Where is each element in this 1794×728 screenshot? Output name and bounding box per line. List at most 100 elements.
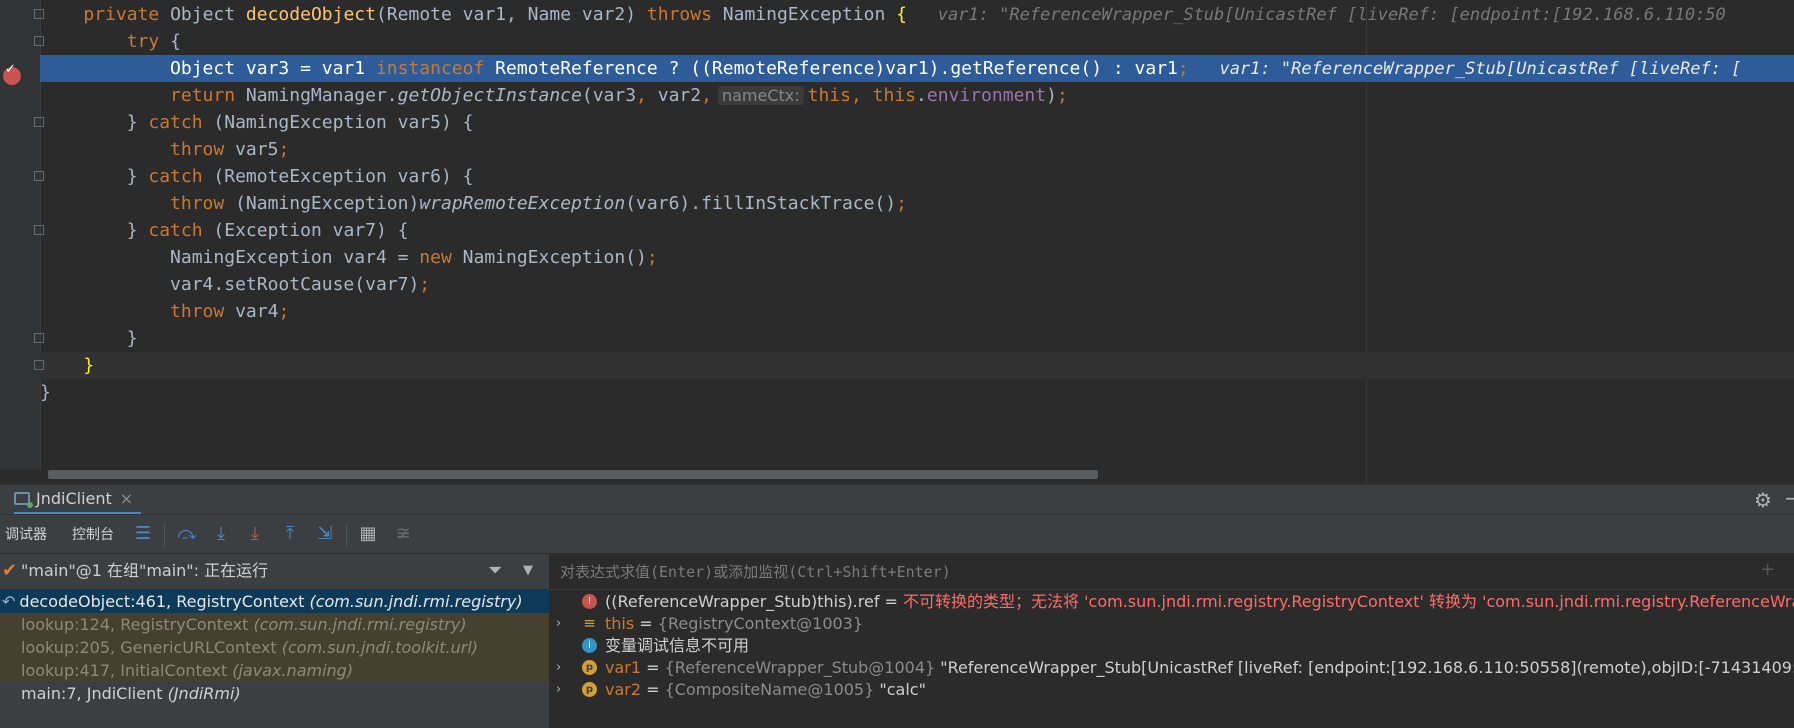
code-token: ; bbox=[278, 139, 290, 160]
variable-row[interactable]: › p var2 = {CompositeName@1005} "calc" bbox=[550, 679, 1794, 701]
code-line[interactable]: try { bbox=[40, 28, 1794, 55]
code-token: , bbox=[850, 85, 873, 106]
chevron-right-icon[interactable]: › bbox=[556, 613, 561, 635]
fold-marker-icon[interactable] bbox=[34, 117, 44, 127]
code-token: NamingException bbox=[722, 4, 897, 25]
frame-package: (com.sun.jndi.rmi.registry) bbox=[309, 592, 523, 611]
code-token: RemoteReference ? ((RemoteReference)var1… bbox=[495, 58, 1178, 79]
toolbar-separator bbox=[164, 524, 165, 546]
variable-equals: = bbox=[641, 658, 665, 677]
code-line[interactable]: Object var3 = var1 instanceof RemoteRefe… bbox=[40, 55, 1794, 82]
frame-package: (com.sun.jndi.toolkit.url) bbox=[281, 638, 478, 657]
code-token: { bbox=[896, 4, 907, 25]
parameter-icon: p bbox=[582, 660, 597, 675]
fold-marker-icon[interactable] bbox=[34, 9, 44, 19]
code-token: { bbox=[170, 31, 181, 52]
trace-icon[interactable]: ≆ bbox=[392, 522, 414, 546]
code-line[interactable]: private Object decodeObject(Remote var1,… bbox=[40, 1, 1794, 28]
code-token: catch bbox=[148, 166, 214, 187]
code-token: (Remote var1, Name var2) bbox=[375, 4, 647, 25]
evaluate-expression-input[interactable] bbox=[558, 554, 1742, 590]
stack-frame[interactable]: lookup:124, RegistryContext (com.sun.jnd… bbox=[0, 613, 549, 636]
step-over-icon[interactable]: ⤼ bbox=[176, 522, 198, 546]
variable-name: ((ReferenceWrapper_Stub)this).ref bbox=[605, 592, 880, 611]
variable-type: {CompositeName@1005} bbox=[664, 680, 880, 699]
fold-marker-icon[interactable] bbox=[34, 360, 44, 370]
code-line[interactable]: } catch (NamingException var5) { bbox=[40, 109, 1794, 136]
debug-session-tab[interactable]: JndiClient × bbox=[14, 485, 142, 515]
chevron-down-icon[interactable]: ▼ bbox=[523, 554, 533, 588]
code-token: , bbox=[701, 85, 712, 106]
fold-marker-icon[interactable] bbox=[34, 36, 44, 46]
layout-icon[interactable]: ☰ bbox=[132, 522, 154, 546]
variables-panel: + ! ((ReferenceWrapper_Stub)this).ref = 不… bbox=[550, 554, 1794, 728]
stack-frame[interactable]: lookup:205, GenericURLContext (com.sun.j… bbox=[0, 636, 549, 659]
variable-name: 变量调试信息不可用 bbox=[605, 636, 750, 655]
run-to-cursor-icon[interactable]: ⇲ bbox=[314, 522, 336, 546]
frame-package: (javax.naming) bbox=[232, 661, 354, 680]
frame-method: lookup:417, InitialContext bbox=[21, 661, 233, 680]
stack-frame[interactable]: ↶ decodeObject:461, RegistryContext (com.… bbox=[0, 590, 549, 613]
thread-label: "main"@1 在组"main": 正在运行 bbox=[21, 561, 269, 580]
variable-value: "ReferenceWrapper_Stub[UnicastRef [liveR… bbox=[940, 658, 1794, 677]
session-tab-label: JndiClient bbox=[36, 489, 112, 508]
code-token: private bbox=[83, 4, 171, 25]
code-line[interactable]: return NamingManager.getObjectInstance(v… bbox=[40, 82, 1794, 109]
code-line[interactable]: } catch (RemoteException var6) { bbox=[40, 163, 1794, 190]
chevron-right-icon[interactable]: › bbox=[556, 679, 561, 701]
code-token: return bbox=[170, 85, 246, 106]
code-line[interactable]: } bbox=[40, 379, 1794, 406]
scrollbar-thumb[interactable] bbox=[48, 470, 1098, 479]
code-line[interactable]: } bbox=[40, 325, 1794, 352]
frame-method: lookup:124, RegistryContext bbox=[21, 615, 254, 634]
variable-equals: = bbox=[641, 680, 665, 699]
code-token: this bbox=[872, 85, 917, 106]
stack-frame[interactable]: lookup:417, InitialContext (javax.naming… bbox=[0, 659, 549, 682]
variable-row[interactable]: › ≡ this = {RegistryContext@1003} bbox=[550, 613, 1794, 635]
tab-debugger[interactable]: 调试器 bbox=[5, 524, 47, 544]
code-line[interactable]: throw (NamingException)wrapRemoteExcepti… bbox=[40, 190, 1794, 217]
chevron-right-icon[interactable]: › bbox=[556, 657, 561, 679]
thread-selector[interactable]: ✔ "main"@1 在组"main": 正在运行 ⏷ ▼ bbox=[0, 554, 549, 590]
step-out-icon[interactable]: ⤒ bbox=[279, 522, 301, 546]
code-line[interactable]: throw var4; bbox=[40, 298, 1794, 325]
force-step-into-icon[interactable]: ⤓ bbox=[244, 522, 266, 546]
variable-value: "calc" bbox=[879, 680, 926, 699]
fold-marker-icon[interactable] bbox=[34, 171, 44, 181]
gear-icon[interactable]: ⚙ bbox=[1754, 488, 1772, 512]
code-token: new bbox=[419, 247, 463, 268]
code-token: var2 bbox=[657, 85, 702, 106]
close-icon[interactable]: × bbox=[120, 489, 133, 508]
hide-icon[interactable]: − bbox=[1784, 486, 1794, 510]
variable-row[interactable]: › p var1 = {ReferenceWrapper_Stub@1004} "R… bbox=[550, 657, 1794, 679]
code-token: . bbox=[916, 85, 927, 106]
step-into-icon[interactable]: ⤓ bbox=[210, 522, 232, 546]
stack-frame[interactable]: main:7, JndiClient (JndiRmi) bbox=[0, 682, 549, 705]
add-watch-icon[interactable]: + bbox=[1760, 559, 1775, 580]
inline-value-hint: var1: "ReferenceWrapper_Stub[UnicastRef … bbox=[907, 5, 1726, 25]
variable-row[interactable]: i 变量调试信息不可用 bbox=[550, 635, 1794, 657]
code-token: var4 bbox=[235, 301, 279, 322]
code-token: } bbox=[40, 382, 51, 403]
filter-icon[interactable]: ⏷ bbox=[488, 554, 502, 588]
code-line[interactable]: NamingException var4 = new NamingExcepti… bbox=[40, 244, 1794, 271]
code-editor[interactable]: private Object decodeObject(Remote var1,… bbox=[0, 0, 1794, 484]
code-token: catch bbox=[148, 220, 214, 241]
code-token: var4.setRootCause(var7) bbox=[40, 274, 420, 295]
fold-marker-icon[interactable] bbox=[34, 333, 44, 343]
info-icon: i bbox=[582, 638, 597, 653]
variable-row[interactable]: ! ((ReferenceWrapper_Stub)this).ref = 不可转… bbox=[550, 591, 1794, 613]
evaluate-table-icon[interactable]: ▦ bbox=[357, 522, 379, 546]
code-line[interactable]: } bbox=[40, 352, 1794, 379]
code-line[interactable]: var4.setRootCause(var7); bbox=[40, 271, 1794, 298]
tab-console[interactable]: 控制台 bbox=[72, 524, 114, 544]
editor-horizontal-scrollbar[interactable] bbox=[48, 470, 1098, 480]
fold-marker-icon[interactable] bbox=[34, 225, 44, 235]
frame-package: (com.sun.jndi.rmi.registry) bbox=[253, 615, 467, 634]
code-token: wrapRemoteException bbox=[419, 193, 626, 214]
code-line[interactable]: throw var5; bbox=[40, 136, 1794, 163]
code-line[interactable]: } catch (Exception var7) { bbox=[40, 217, 1794, 244]
